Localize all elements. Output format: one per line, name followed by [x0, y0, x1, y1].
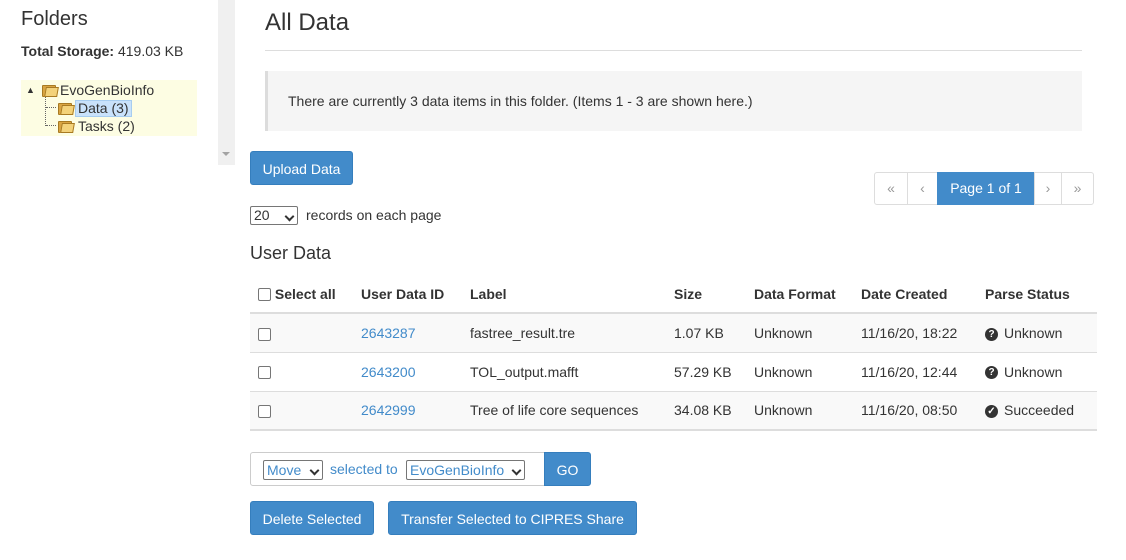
row-select-cell: [250, 390, 353, 431]
size-cell: 1.07 KB: [666, 312, 746, 352]
folder-tree: ▲ EvoGenBioInfo Data (3) Tasks (2): [21, 80, 197, 136]
column-header-label: Label: [462, 275, 666, 314]
transfer-selected-button[interactable]: Transfer Selected to CIPRES Share: [388, 501, 637, 535]
folder-icon: [58, 119, 75, 133]
row-checkbox[interactable]: [258, 405, 271, 419]
chevron-down-icon: [284, 211, 295, 222]
move-selected-group: Move selected to EvoGenBioInfo GO: [250, 452, 591, 486]
storage-label: Total Storage:: [21, 43, 115, 59]
records-per-page-value: 20: [254, 207, 270, 223]
column-header-size: Size: [666, 275, 746, 314]
folder-open-icon: [58, 101, 75, 115]
prev-page-button[interactable]: ‹: [907, 172, 938, 205]
current-page-indicator[interactable]: Page 1 of 1: [937, 172, 1035, 205]
action-select[interactable]: Move: [263, 460, 323, 480]
question-circle-icon: ?: [985, 366, 998, 380]
format-cell: Unknown: [746, 351, 853, 391]
data-id-cell: 2642999: [353, 390, 462, 431]
folders-title: Folders: [21, 8, 88, 30]
total-storage: Total Storage: 419.03 KB: [21, 43, 183, 59]
records-per-page-label: records on each page: [306, 207, 442, 223]
format-cell: Unknown: [746, 390, 853, 431]
sidebar-scrollbar[interactable]: [218, 0, 235, 165]
tree-root-label[interactable]: EvoGenBioInfo: [60, 81, 154, 99]
status-cell: ✓ Succeeded: [977, 390, 1097, 431]
destination-folder-value: EvoGenBioInfo: [410, 462, 505, 478]
data-id-cell: 2643200: [353, 351, 462, 391]
data-id-link[interactable]: 2642999: [361, 402, 416, 418]
tree-connector: [46, 125, 56, 126]
table-row: 2642999 Tree of life core sequences 34.0…: [250, 390, 1097, 431]
user-data-table: Select all User Data ID Label Size Data …: [250, 275, 1097, 431]
last-page-button[interactable]: »: [1061, 172, 1094, 205]
scroll-down-icon[interactable]: [222, 152, 230, 156]
table-header-row: Select all User Data ID Label Size Data …: [250, 275, 1097, 314]
select-all-label: Select all: [274, 285, 336, 302]
next-page-button[interactable]: ›: [1034, 172, 1062, 205]
data-id-link[interactable]: 2643287: [361, 325, 416, 341]
section-title: User Data: [250, 243, 332, 263]
row-select-cell: [250, 351, 353, 391]
tree-item-label[interactable]: Tasks (2): [78, 117, 135, 135]
folder-icon: [42, 83, 59, 97]
divider: [265, 50, 1082, 51]
check-circle-icon: ✓: [985, 405, 998, 419]
destination-folder-select[interactable]: EvoGenBioInfo: [406, 460, 525, 480]
first-page-button[interactable]: «: [874, 172, 908, 205]
status-text: Succeeded: [1004, 402, 1075, 419]
question-circle-icon: ?: [985, 327, 998, 341]
status-cell: ? Unknown: [977, 312, 1097, 352]
row-select-cell: [250, 312, 353, 352]
data-id-cell: 2643287: [353, 312, 462, 352]
info-panel: There are currently 3 data items in this…: [265, 71, 1082, 131]
column-header-id: User Data ID: [353, 275, 462, 314]
status-text: Unknown: [1004, 363, 1063, 380]
tree-connector: [45, 96, 46, 126]
format-cell: Unknown: [746, 312, 853, 352]
label-cell: Tree of life core sequences: [462, 390, 666, 431]
selected-to-label: selected to: [330, 461, 398, 477]
folders-sidebar: Folders Total Storage: 419.03 KB ▲ EvoGe…: [0, 0, 218, 560]
delete-selected-button[interactable]: Delete Selected: [250, 501, 374, 535]
records-per-page-select[interactable]: 20: [250, 206, 298, 225]
date-cell: 11/16/20, 08:50: [853, 390, 977, 431]
tree-connector: [46, 107, 56, 108]
table-row: 2643287 fastree_result.tre 1.07 KB Unkno…: [250, 312, 1097, 352]
move-controls: Move selected to EvoGenBioInfo: [250, 452, 546, 486]
size-cell: 57.29 KB: [666, 351, 746, 391]
row-checkbox[interactable]: [258, 327, 271, 341]
date-cell: 11/16/20, 18:22: [853, 312, 977, 352]
column-header-format: Data Format: [746, 275, 853, 314]
action-select-value: Move: [267, 462, 302, 478]
status-cell: ? Unknown: [977, 351, 1097, 391]
label-cell: fastree_result.tre: [462, 312, 666, 352]
status-text: Unknown: [1004, 324, 1063, 341]
select-all-checkbox[interactable]: [258, 288, 271, 302]
select-all-header[interactable]: Select all: [250, 275, 353, 314]
date-cell: 11/16/20, 12:44: [853, 351, 977, 391]
upload-data-button[interactable]: Upload Data: [250, 151, 353, 185]
chevron-down-icon: [309, 465, 320, 476]
label-cell: TOL_output.mafft: [462, 351, 666, 391]
tree-item-label[interactable]: Data (3): [75, 100, 132, 117]
storage-value: 419.03 KB: [117, 43, 184, 59]
size-cell: 34.08 KB: [666, 390, 746, 431]
row-checkbox[interactable]: [258, 366, 271, 380]
info-text: There are currently 3 data items in this…: [288, 93, 753, 109]
tree-collapse-icon[interactable]: ▲: [26, 85, 36, 95]
go-button[interactable]: GO: [544, 452, 591, 486]
column-header-date: Date Created: [853, 275, 977, 314]
page-title: All Data: [265, 9, 350, 36]
data-id-link[interactable]: 2643200: [361, 364, 416, 380]
chevron-down-icon: [511, 465, 522, 476]
column-header-status: Parse Status: [977, 275, 1097, 314]
table-row: 2643200 TOL_output.mafft 57.29 KB Unknow…: [250, 351, 1097, 391]
pagination: « ‹ Page 1 of 1 › »: [874, 172, 1094, 205]
